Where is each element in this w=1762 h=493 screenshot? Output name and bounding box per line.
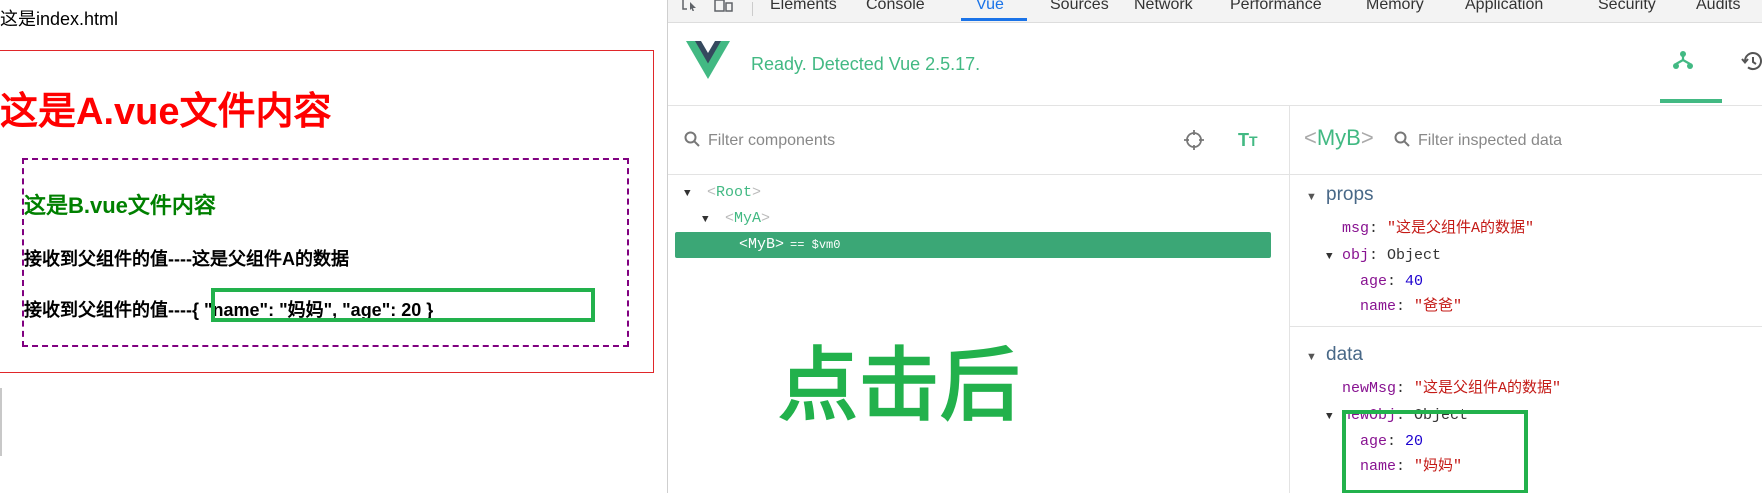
- tree-item-mya[interactable]: ▼ <MyA>: [702, 206, 770, 232]
- tab-sources[interactable]: Sources: [1050, 0, 1109, 14]
- vm-reference: == $vm0: [790, 238, 841, 252]
- tab-elements[interactable]: Elements: [770, 0, 837, 14]
- tab-audits[interactable]: Audits: [1696, 0, 1740, 14]
- vue-logo-icon: [686, 41, 730, 84]
- active-tab-indicator: [961, 18, 1027, 21]
- inspector-header: <MyB>: [1290, 106, 1762, 175]
- toolbar-separator: [752, 2, 753, 16]
- component-filter-bar: TT: [668, 106, 1289, 175]
- received-label: 接收到父组件的值----: [24, 249, 192, 269]
- expand-arrow-icon[interactable]: ▼: [684, 181, 698, 207]
- tab-console[interactable]: Console: [866, 0, 925, 14]
- search-icon: [684, 131, 700, 152]
- filter-inspected-data-input[interactable]: [1418, 130, 1738, 152]
- collapse-arrow-icon[interactable]: ▼: [1306, 351, 1326, 363]
- device-toolbar-icon[interactable]: [714, 0, 734, 14]
- devtools-panel: Elements Console Vue Sources Network Per…: [667, 0, 1762, 493]
- search-icon: [1394, 131, 1410, 152]
- vue-ready-status: Ready. Detected Vue 2.5.17.: [751, 54, 981, 74]
- received-label: 接收到父组件的值----: [24, 300, 192, 320]
- received-msg-line: 接收到父组件的值----这是父组件A的数据: [24, 245, 349, 271]
- expand-arrow-icon[interactable]: ▼: [702, 207, 716, 233]
- data-newmsg: newMsg: "这是父组件A的数据": [1342, 380, 1562, 397]
- inspector-pane: <MyB> ▼props msg: "这是父组件A的数据" ▼obj: Obje…: [1290, 106, 1762, 493]
- a-component-heading: 这是A.vue文件内容: [0, 91, 332, 133]
- history-icon[interactable]: [1740, 49, 1762, 78]
- select-component-target-icon[interactable]: [1184, 130, 1204, 155]
- components-tree-icon[interactable]: [1671, 48, 1695, 77]
- b-component-heading: 这是B.vue文件内容: [24, 193, 216, 218]
- prop-msg: msg: "这是父组件A的数据": [1342, 220, 1535, 237]
- components-tab-indicator: [1660, 99, 1722, 103]
- expand-arrow-icon[interactable]: ▼: [1326, 246, 1342, 268]
- tab-memory[interactable]: Memory: [1366, 0, 1424, 14]
- text-cursor-mark: [0, 388, 2, 456]
- tab-network[interactable]: Network: [1134, 0, 1193, 14]
- devtools-tab-bar: Elements Console Vue Sources Network Per…: [668, 0, 1762, 23]
- annotation-after-click: 点击后: [778, 341, 1021, 430]
- page-title: 这是index.html: [0, 9, 119, 29]
- tab-vue[interactable]: Vue: [976, 0, 1004, 14]
- vue-devtools-header: Ready. Detected Vue 2.5.17.: [668, 23, 1762, 106]
- tree-item-root[interactable]: ▼ <Root>: [684, 180, 761, 206]
- tab-application[interactable]: Application: [1465, 0, 1543, 14]
- format-names-icon[interactable]: TT: [1238, 130, 1258, 151]
- props-section-title[interactable]: ▼ props: [1306, 184, 1374, 206]
- components-pane: TT ▼ <Root> ▼ <MyA> <MyB>== $vm0 点击后: [668, 106, 1290, 493]
- received-msg-value: 这是父组件A的数据: [191, 249, 349, 269]
- inspect-element-icon[interactable]: [682, 0, 702, 14]
- tab-performance[interactable]: Performance: [1230, 0, 1322, 14]
- highlight-box-object-value: [211, 288, 595, 322]
- filter-components-input[interactable]: [708, 130, 1108, 152]
- prop-obj-age: age: 40: [1360, 273, 1424, 290]
- selected-component-name: <MyB>: [1304, 125, 1374, 150]
- expand-arrow-icon[interactable]: ▼: [1326, 406, 1342, 428]
- collapse-arrow-icon[interactable]: ▼: [1306, 191, 1326, 203]
- section-divider: [1290, 326, 1762, 327]
- prop-obj[interactable]: ▼ obj: Object: [1326, 245, 1441, 268]
- prop-obj-name: name: "爸爸": [1360, 298, 1463, 315]
- data-section-title[interactable]: ▼ data: [1306, 344, 1363, 366]
- tree-item-myb-selected[interactable]: <MyB> == $vm0: [675, 232, 1271, 258]
- highlight-box-newobj: [1342, 410, 1528, 493]
- tab-security[interactable]: Security: [1598, 0, 1656, 14]
